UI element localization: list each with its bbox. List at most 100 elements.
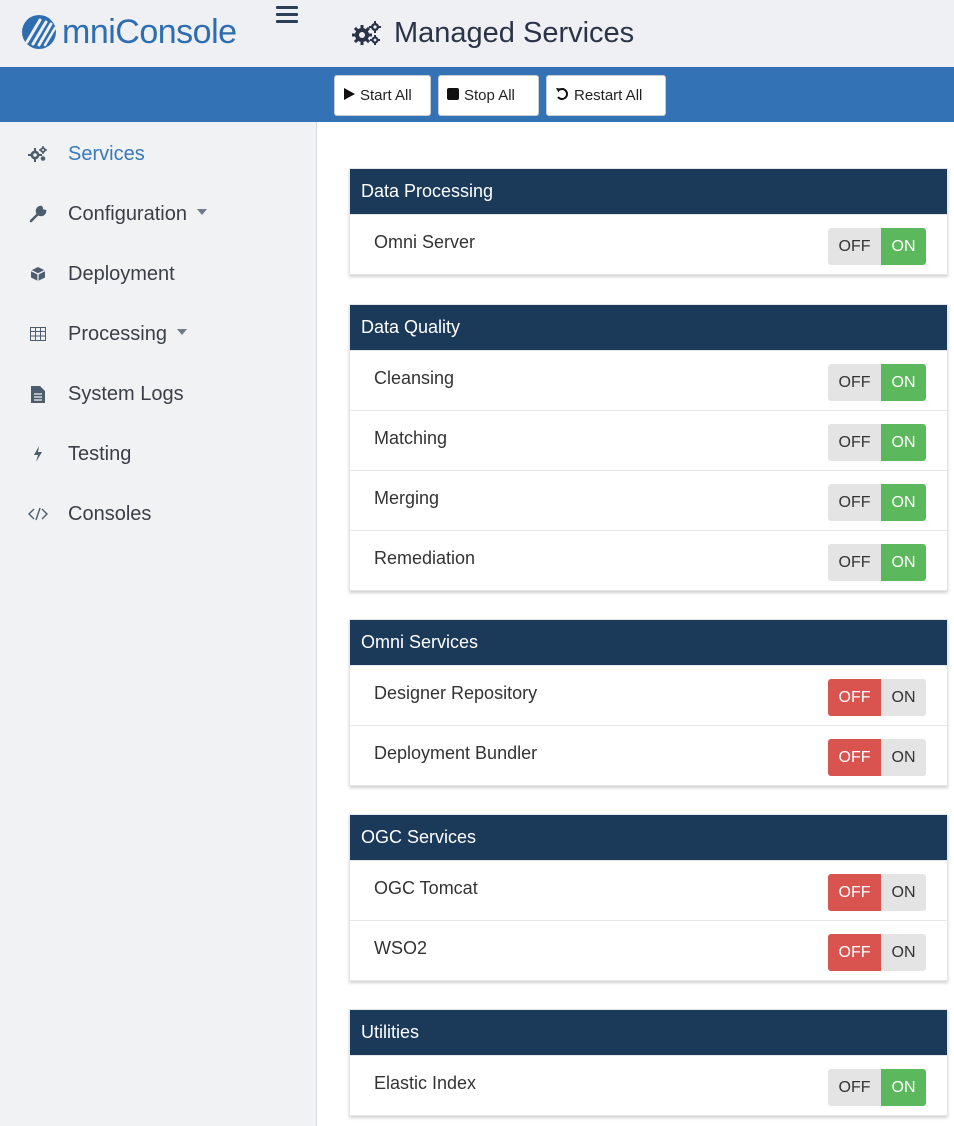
panel-title: Data Processing — [350, 169, 947, 214]
file-icon — [28, 384, 48, 404]
toggle-off-label[interactable]: OFF — [828, 544, 881, 581]
service-name: Cleansing — [374, 368, 455, 388]
service-name: Remediation — [374, 548, 476, 568]
service-toggle[interactable]: OFF ON — [828, 1069, 926, 1106]
service-row: Omni Server OFF ON — [350, 214, 947, 274]
service-toggle[interactable]: OFF ON — [828, 424, 926, 461]
sidebar-item-consoles[interactable]: Consoles — [0, 494, 316, 534]
toggle-on-label[interactable]: ON — [881, 228, 926, 265]
sidebar-item-label: System Logs — [68, 382, 184, 405]
start-all-button[interactable]: Start All — [334, 75, 431, 116]
service-row: OGC Tomcat OFF ON — [350, 860, 947, 920]
sidebar-item-label: Processing — [68, 323, 187, 346]
toggle-off-label[interactable]: OFF — [828, 424, 881, 461]
panel-title: Omni Services — [350, 620, 947, 665]
menu-toggle-icon[interactable] — [276, 6, 298, 26]
sidebar-item-label: Services — [68, 142, 145, 165]
sidebar-item-label: Configuration — [68, 203, 207, 226]
service-name: Deployment Bundler — [374, 743, 538, 763]
sidebar-item-label: Consoles — [68, 502, 152, 525]
service-row: Deployment Bundler OFF ON — [350, 725, 947, 785]
sidebar-item-system-logs[interactable]: System Logs — [0, 374, 316, 414]
sidebar: Services Configuration Deployment Proces… — [0, 122, 317, 1126]
restart-all-label: Restart All — [574, 87, 643, 104]
toggle-on-label[interactable]: ON — [881, 874, 926, 911]
panel-title: Data Quality — [350, 305, 947, 350]
logo-text: mniConsole — [62, 13, 237, 51]
code-icon — [28, 504, 48, 524]
stop-all-label: Stop All — [464, 87, 515, 104]
sidebar-item-deployment[interactable]: Deployment — [0, 254, 316, 294]
service-toggle[interactable]: OFF ON — [828, 934, 926, 971]
toggle-on-label[interactable]: ON — [881, 364, 926, 401]
panel-title: OGC Services — [350, 815, 947, 860]
caret-down-icon — [196, 209, 207, 216]
wrench-icon — [28, 204, 48, 224]
service-toggle[interactable]: OFF ON — [828, 739, 926, 776]
service-name: OGC Tomcat — [374, 878, 478, 898]
toggle-off-label[interactable]: OFF — [828, 874, 881, 911]
service-toggle[interactable]: OFF ON — [828, 228, 926, 265]
service-toggle[interactable]: OFF ON — [828, 874, 926, 911]
page-title: Managed Services — [352, 13, 634, 53]
stop-all-button[interactable]: Stop All — [438, 75, 539, 116]
toggle-on-label[interactable]: ON — [881, 679, 926, 716]
toggle-off-label[interactable]: OFF — [828, 934, 881, 971]
service-row: WSO2 OFF ON — [350, 920, 947, 980]
service-name: Omni Server — [374, 232, 476, 252]
toggle-on-label[interactable]: ON — [881, 1069, 926, 1106]
service-toggle[interactable]: OFF ON — [828, 679, 926, 716]
cogs-icon — [352, 21, 381, 45]
panel-title: Utilities — [350, 1010, 947, 1055]
stop-icon — [447, 87, 459, 104]
service-group-panel: Omni Services Designer Repository OFF ON… — [349, 619, 948, 786]
service-toggle[interactable]: OFF ON — [828, 484, 926, 521]
service-group-panel: Data Quality Cleansing OFF ON Matching O… — [349, 304, 948, 591]
omni-logo-icon — [22, 15, 57, 49]
service-group-panel: Utilities Elastic Index OFF ON — [349, 1009, 948, 1116]
service-row: Merging OFF ON — [350, 470, 947, 530]
service-group-panel: Data Processing Omni Server OFF ON — [349, 168, 948, 275]
toggle-off-label[interactable]: OFF — [828, 679, 881, 716]
toggle-on-label[interactable]: ON — [881, 934, 926, 971]
table-icon — [28, 324, 48, 344]
play-icon — [343, 87, 355, 104]
app-logo[interactable]: mniConsole — [18, 10, 237, 54]
service-group-panel: OGC Services OGC Tomcat OFF ON WSO2 OFF … — [349, 814, 948, 981]
top-header: mniConsole Managed Services — [0, 0, 954, 67]
service-row: Cleansing OFF ON — [350, 350, 947, 410]
toggle-on-label[interactable]: ON — [881, 544, 926, 581]
sidebar-item-services[interactable]: Services — [0, 134, 316, 174]
toggle-off-label[interactable]: OFF — [828, 484, 881, 521]
service-row: Designer Repository OFF ON — [350, 665, 947, 725]
cube-icon — [28, 264, 48, 284]
service-row: Remediation OFF ON — [350, 530, 947, 590]
undo-icon — [555, 87, 569, 105]
toggle-off-label[interactable]: OFF — [828, 364, 881, 401]
toggle-on-label[interactable]: ON — [881, 739, 926, 776]
caret-down-icon — [176, 329, 187, 336]
service-name: Matching — [374, 428, 448, 448]
service-toggle[interactable]: OFF ON — [828, 364, 926, 401]
sidebar-item-label: Deployment — [68, 262, 175, 285]
cogs-icon — [28, 144, 48, 164]
sidebar-item-label: Testing — [68, 442, 132, 465]
toggle-off-label[interactable]: OFF — [828, 1069, 881, 1106]
page-title-text: Managed Services — [394, 17, 635, 49]
bolt-icon — [28, 444, 48, 464]
sidebar-item-processing[interactable]: Processing — [0, 314, 316, 354]
service-name: WSO2 — [374, 938, 428, 958]
service-toggle[interactable]: OFF ON — [828, 544, 926, 581]
restart-all-button[interactable]: Restart All — [546, 75, 666, 116]
service-name: Designer Repository — [374, 683, 538, 703]
sidebar-item-testing[interactable]: Testing — [0, 434, 316, 474]
start-all-label: Start All — [360, 87, 412, 104]
toggle-on-label[interactable]: ON — [881, 424, 926, 461]
toggle-off-label[interactable]: OFF — [828, 739, 881, 776]
toggle-off-label[interactable]: OFF — [828, 228, 881, 265]
toggle-on-label[interactable]: ON — [881, 484, 926, 521]
service-name: Elastic Index — [374, 1073, 477, 1093]
sidebar-item-configuration[interactable]: Configuration — [0, 194, 316, 234]
service-row: Elastic Index OFF ON — [350, 1055, 947, 1115]
service-row: Matching OFF ON — [350, 410, 947, 470]
